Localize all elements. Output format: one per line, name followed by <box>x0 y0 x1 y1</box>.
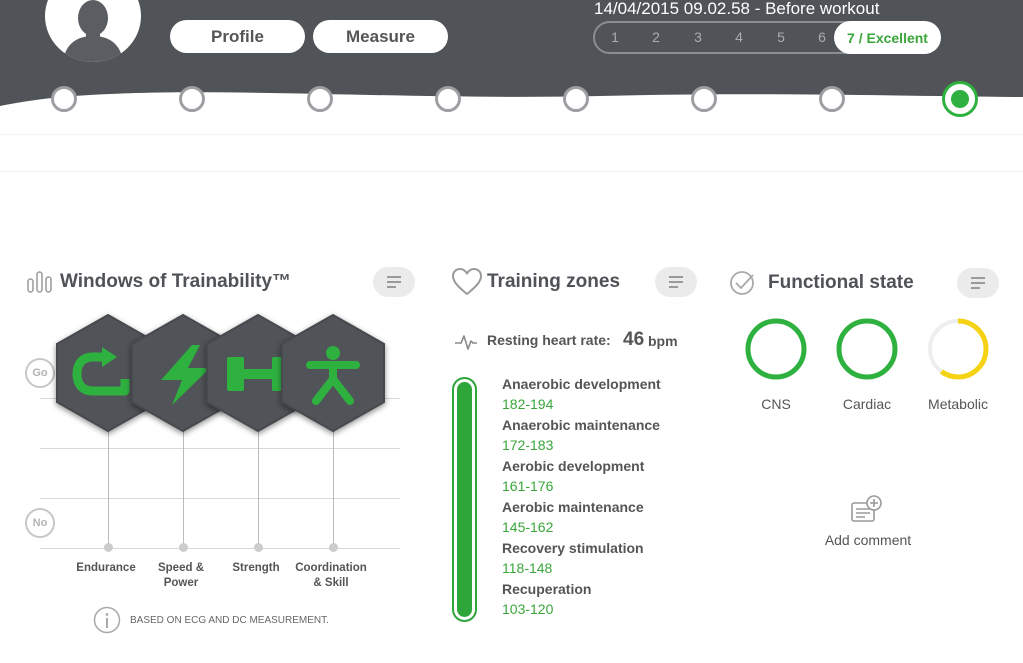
profile-button[interactable]: Profile <box>170 20 305 53</box>
stem-line <box>333 430 334 548</box>
user-silhouette-icon <box>63 0 123 62</box>
timeline-point[interactable] <box>563 86 589 112</box>
metabolic-label: Metabolic <box>928 396 988 412</box>
add-comment-button[interactable]: Add comment <box>806 532 930 548</box>
score-6[interactable]: 6 <box>813 29 831 45</box>
training-zones-title: Training zones <box>487 271 621 292</box>
measurement-note: Based on ECG and DC measurement. <box>130 615 329 626</box>
zone-name: Aerobic maintenance <box>502 499 644 515</box>
score-scale[interactable]: 1 2 3 4 5 6 7 / Excellent <box>593 21 941 54</box>
active-indicator <box>951 90 969 108</box>
coordination-hexagon[interactable] <box>280 313 386 433</box>
stem-line <box>108 430 109 548</box>
zone-name: Aerobic development <box>502 458 645 474</box>
zone-range: 103-120 <box>502 601 554 617</box>
metabolic-ring[interactable] <box>922 313 994 385</box>
stem-line <box>258 430 259 548</box>
measurement-title: 14/04/2015 09.02.58 - Before workout <box>594 0 880 18</box>
grid-line <box>40 548 400 549</box>
bar-chart-icon <box>27 271 52 293</box>
grid-line <box>40 498 400 499</box>
score-3[interactable]: 3 <box>689 29 707 45</box>
pulse-icon <box>455 335 477 350</box>
resting-heart-rate-unit: bpm <box>648 333 678 349</box>
timeline-point[interactable] <box>179 86 205 112</box>
no-marker: No <box>25 508 55 538</box>
functional-state-title: Functional state <box>768 272 914 293</box>
timeline-point[interactable] <box>819 86 845 112</box>
stem-dot <box>254 543 263 552</box>
divider <box>0 134 1023 135</box>
zone-range: 145-162 <box>502 519 554 535</box>
zone-bar-fill <box>457 382 472 617</box>
training-menu-button[interactable] <box>655 267 697 297</box>
zone-range: 161-176 <box>502 478 554 494</box>
timeline-point[interactable] <box>435 86 461 112</box>
windows-menu-button[interactable] <box>373 267 415 297</box>
header-background <box>0 0 1023 106</box>
resting-heart-rate-label: Resting heart rate: <box>487 332 611 348</box>
info-icon[interactable] <box>93 606 121 634</box>
selected-score-badge[interactable]: 7 / Excellent <box>834 21 941 54</box>
zone-name: Anaerobic development <box>502 376 661 392</box>
stem-line <box>183 430 184 548</box>
cardiac-label: Cardiac <box>842 396 892 412</box>
measure-button[interactable]: Measure <box>313 20 448 53</box>
resting-heart-rate-value: 46 <box>623 329 645 350</box>
divider <box>0 171 1023 172</box>
zone-name: Anaerobic maintenance <box>502 417 660 433</box>
stem-dot <box>329 543 338 552</box>
cns-label: CNS <box>761 396 791 412</box>
stem-dot <box>104 543 113 552</box>
add-comment-icon[interactable] <box>850 494 884 524</box>
functional-menu-button[interactable] <box>957 268 999 298</box>
grid-line <box>40 448 400 449</box>
zone-range: 118-148 <box>502 560 553 576</box>
score-1[interactable]: 1 <box>606 29 624 45</box>
header: Profile Measure 14/04/2015 09.02.58 - Be… <box>0 0 1023 130</box>
checkmark-circle-icon <box>730 271 754 295</box>
cns-ring[interactable] <box>740 313 812 385</box>
stem-dot <box>179 543 188 552</box>
zone-name: Recovery stimulation <box>502 540 644 556</box>
score-5[interactable]: 5 <box>772 29 790 45</box>
avatar[interactable] <box>45 0 141 62</box>
zone-range: 182-194 <box>502 396 554 412</box>
score-2[interactable]: 2 <box>647 29 665 45</box>
zone-range: 172-183 <box>502 437 554 453</box>
zone-bar <box>452 377 477 622</box>
cardiac-ring[interactable] <box>831 313 903 385</box>
score-4[interactable]: 4 <box>730 29 748 45</box>
heart-icon <box>452 268 482 295</box>
timeline-point[interactable] <box>691 86 717 112</box>
coordination-label: Coordination & Skill <box>295 562 367 589</box>
timeline-point-active[interactable] <box>942 81 978 117</box>
timeline-point[interactable] <box>51 86 77 112</box>
go-marker: Go <box>25 358 55 388</box>
zone-name: Recuperation <box>502 581 592 597</box>
windows-title: Windows of Trainability™ <box>60 271 292 292</box>
timeline-point[interactable] <box>307 86 333 112</box>
